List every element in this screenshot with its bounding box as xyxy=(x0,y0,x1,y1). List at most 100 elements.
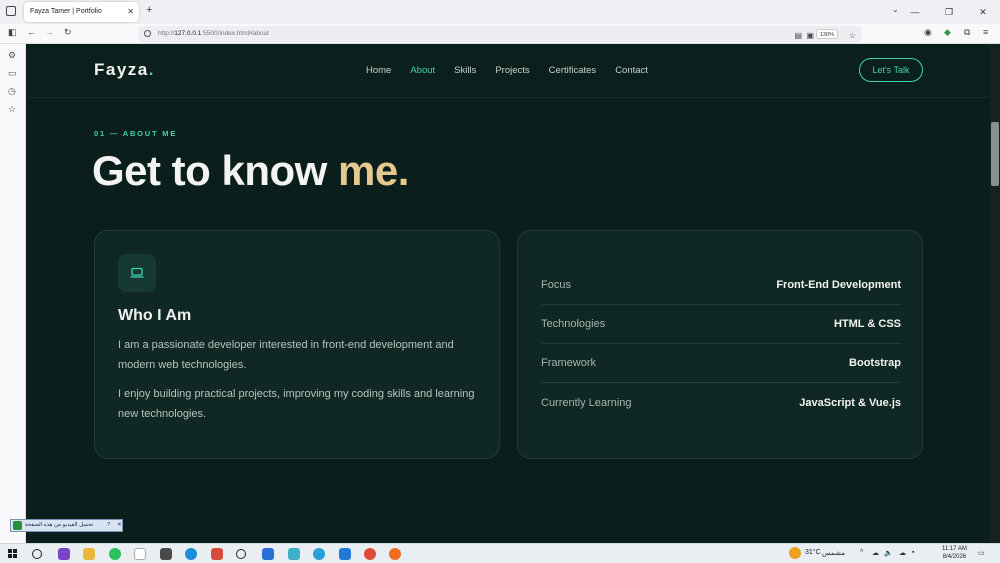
info-row-focus: Focus Front-End Development xyxy=(541,266,901,305)
back-icon[interactable]: ← xyxy=(27,27,36,37)
browser-tab-bar: Fayza Tamer | Portfolio ✕ + ⌄ — ❐ ✕ xyxy=(0,0,1000,24)
close-window-icon[interactable]: ✕ xyxy=(966,0,1000,24)
search-icon[interactable] xyxy=(32,549,42,559)
account-icon[interactable]: ◉ xyxy=(924,27,932,38)
weather-temp: 31°C xyxy=(805,549,821,556)
info-row-framework: Framework Bootstrap xyxy=(541,344,901,383)
history-icon[interactable]: ◷ xyxy=(8,86,16,97)
headline-accent: me. xyxy=(338,147,409,194)
restore-icon[interactable]: ❐ xyxy=(932,0,966,24)
clock-time: 11:17 AM xyxy=(942,546,967,552)
nav-skills[interactable]: Skills xyxy=(454,65,476,76)
notepad-icon[interactable] xyxy=(134,548,146,560)
info-key: Currently Learning xyxy=(541,397,632,409)
menu-icon[interactable]: ≡ xyxy=(983,27,988,37)
language-icon[interactable]: ▪ xyxy=(912,549,914,556)
nav-contact[interactable]: Contact xyxy=(615,65,648,76)
browser-toolbar: ◧ ← → ↻ http://127.0.0.1:5500/index.html… xyxy=(0,24,1000,44)
clock-date: 8/4/2026 xyxy=(942,554,967,560)
bookmark-star-icon[interactable]: ☆ xyxy=(849,28,856,44)
info-value: HTML & CSS xyxy=(833,318,901,330)
url-rest: :5500/index.html#about xyxy=(201,30,269,37)
synced-tabs-icon[interactable]: ▭ xyxy=(8,68,17,79)
cloud-icon[interactable]: ☁ xyxy=(899,549,906,557)
info-value: Front-End Development xyxy=(776,279,901,291)
tab-title: Fayza Tamer | Portfolio xyxy=(30,8,102,15)
portfolio-page: Fayza. Home About Skills Projects Certif… xyxy=(26,44,990,543)
windows-start-icon[interactable] xyxy=(8,549,18,559)
site-header: Fayza. Home About Skills Projects Certif… xyxy=(26,44,990,98)
tray-chevron-icon[interactable]: ^ xyxy=(860,549,863,556)
app-icon[interactable] xyxy=(288,548,300,560)
widget-close-icon[interactable]: ✕ xyxy=(117,520,122,531)
taskbar-clock[interactable]: 11:17 AM 8/4/2026 xyxy=(942,545,967,561)
address-bar[interactable]: http://127.0.0.1:5500/index.html#about ▤… xyxy=(138,26,862,42)
nav-about[interactable]: About xyxy=(410,65,435,76)
info-key: Framework xyxy=(541,357,597,369)
office-icon[interactable] xyxy=(211,548,223,560)
windows-taskbar: 31°C مشمس ^ ☁ 🔈 ☁ ▪ 11:17 AM 8/4/2026 ▭ xyxy=(0,543,1000,563)
minimize-icon[interactable]: — xyxy=(898,0,932,24)
site-info-icon[interactable] xyxy=(144,30,151,37)
chatgpt-icon[interactable] xyxy=(236,549,246,559)
file-explorer-icon[interactable] xyxy=(83,548,95,560)
url-prefix: http:// xyxy=(158,30,175,37)
section-headline: Get to know me. xyxy=(92,147,409,195)
who-i-am-title: Who I Am xyxy=(118,307,192,324)
about-paragraph-2: I enjoy building practical projects, imp… xyxy=(118,388,475,420)
extension-icon[interactable]: ◆ xyxy=(944,27,951,38)
lets-talk-button[interactable]: Let's Talk xyxy=(859,58,923,82)
onedrive-icon[interactable]: ☁ xyxy=(872,549,879,557)
section-eyebrow: 01 — ABOUT ME xyxy=(94,129,178,138)
sidebar-toggle-icon[interactable]: ◧ xyxy=(8,27,17,38)
notifications-icon[interactable]: ▭ xyxy=(978,549,985,557)
reload-icon[interactable]: ↻ xyxy=(64,27,72,38)
visual-studio-icon[interactable] xyxy=(58,548,70,560)
info-card: Focus Front-End Development Technologies… xyxy=(517,230,923,459)
video-download-widget[interactable]: تحميل الفيديو من هذه الصفحة ? ✕ xyxy=(10,519,123,532)
nav-projects[interactable]: Projects xyxy=(495,65,529,76)
browser-sidebar: ⚙ ▭ ◷ ☆ xyxy=(0,44,26,543)
chrome-icon[interactable] xyxy=(364,548,376,560)
info-key: Focus xyxy=(541,279,571,291)
page-scrollbar[interactable] xyxy=(990,44,1000,543)
bookmarks-icon[interactable]: ☆ xyxy=(8,104,16,115)
firefox-icon[interactable] xyxy=(389,548,401,560)
store-icon[interactable] xyxy=(160,548,172,560)
ai-chat-icon[interactable]: ⚙ xyxy=(8,50,16,61)
who-i-am-card: Who I Am I am a passionate developer int… xyxy=(94,230,500,459)
window-controls: — ❐ ✕ xyxy=(898,0,1000,24)
vscode-icon[interactable] xyxy=(339,548,351,560)
help-icon[interactable]: ? xyxy=(107,520,110,531)
zoom-indicator[interactable]: 130% xyxy=(815,29,838,39)
nav-certificates[interactable]: Certificates xyxy=(549,65,597,76)
tab-overview-icon[interactable] xyxy=(6,6,16,16)
edge-icon[interactable] xyxy=(185,548,197,560)
telegram-icon[interactable] xyxy=(313,548,325,560)
url-host: 127.0.0.1 xyxy=(174,30,202,37)
whatsapp-icon[interactable] xyxy=(109,548,121,560)
play-icon xyxy=(13,521,22,530)
picture-in-picture-icon[interactable]: ▣ xyxy=(806,28,814,44)
about-paragraph-1: I am a passionate developer interested i… xyxy=(118,339,454,371)
widget-text: تحميل الفيديو من هذه الصفحة xyxy=(25,522,94,528)
info-row-technologies: Technologies HTML & CSS xyxy=(541,305,901,344)
nav-home[interactable]: Home xyxy=(366,65,391,76)
extensions-icon[interactable]: ⧉ xyxy=(964,27,970,38)
info-value: JavaScript & Vue.js xyxy=(799,397,901,409)
scrollbar-thumb[interactable] xyxy=(991,122,999,186)
headline-main: Get to know xyxy=(92,147,338,194)
new-tab-button[interactable]: + xyxy=(146,4,152,16)
volume-icon[interactable]: 🔈 xyxy=(884,549,893,557)
forward-icon[interactable]: → xyxy=(45,27,54,37)
info-value: Bootstrap xyxy=(849,357,901,369)
weather-icon[interactable] xyxy=(789,547,801,559)
main-nav: Home About Skills Projects Certificates … xyxy=(366,65,667,76)
photos-icon[interactable] xyxy=(262,548,274,560)
info-row-learning: Currently Learning JavaScript & Vue.js xyxy=(541,384,901,423)
tab-close-icon[interactable]: ✕ xyxy=(127,2,134,22)
reader-view-icon[interactable]: ▤ xyxy=(794,28,802,44)
laptop-icon xyxy=(118,254,156,292)
site-logo[interactable]: Fayza. xyxy=(94,60,155,80)
browser-tab[interactable]: Fayza Tamer | Portfolio ✕ xyxy=(24,2,139,22)
